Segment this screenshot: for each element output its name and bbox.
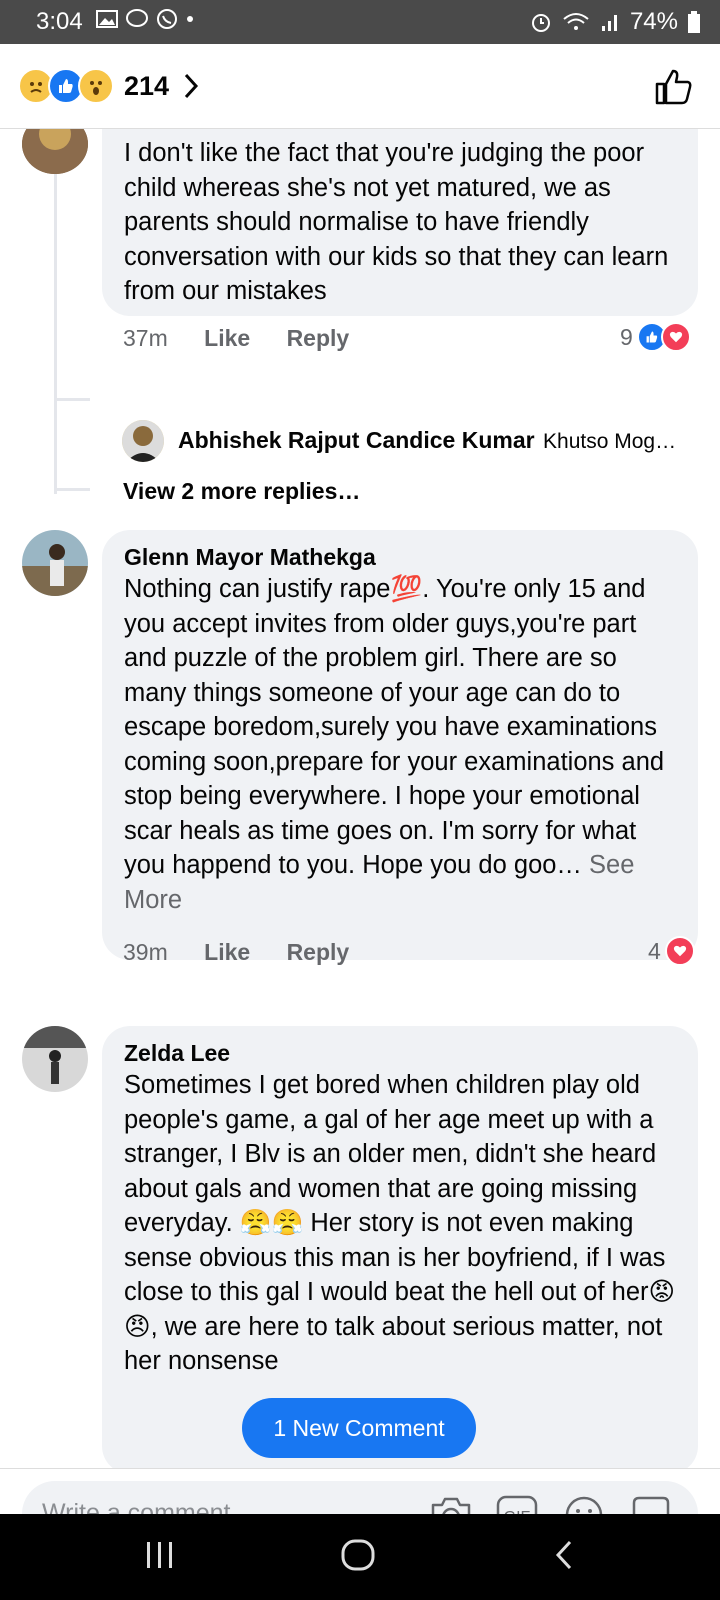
reactions-summary[interactable]: 214: [18, 68, 199, 104]
comment-body: Nothing can justify rape💯. You're only 1…: [124, 575, 665, 879]
whatsapp-icon: [157, 9, 177, 29]
reaction-total: 9: [620, 323, 633, 350]
comment-author[interactable]: Zelda Lee: [124, 1040, 230, 1067]
gallery-icon: [96, 10, 118, 28]
love-mini-icon: [660, 322, 691, 352]
reactions-header: 214: [0, 44, 720, 129]
love-mini-icon: [664, 936, 695, 966]
reaction-total: 4: [648, 937, 661, 964]
comment-reactions[interactable]: 9: [620, 322, 691, 352]
reply-button[interactable]: Reply: [287, 939, 350, 965]
status-notification-icons: [96, 8, 194, 30]
new-comment-button[interactable]: 1 New Comment: [242, 1398, 476, 1458]
wifi-icon: [563, 13, 589, 30]
thread-line: [54, 174, 57, 494]
status-time: 3:04: [36, 8, 83, 35]
comment-reactions[interactable]: 4: [648, 936, 695, 966]
comment-actions: 39m Like Reply: [123, 939, 349, 966]
battery-icon: [688, 11, 700, 33]
reply-button[interactable]: Reply: [287, 325, 350, 351]
like-post-icon[interactable]: [654, 68, 694, 106]
chevron-right-icon: [184, 73, 199, 99]
home-icon[interactable]: [340, 1538, 376, 1572]
comments-list: I don't like the fact that you're judgin…: [0, 128, 720, 1468]
comment-text: Sometimes I get bored when children play…: [124, 1071, 676, 1375]
system-nav-bar: [0, 1514, 720, 1600]
avatar[interactable]: [22, 1026, 88, 1092]
comment-author[interactable]: Glenn Mayor Mathekga: [124, 544, 376, 571]
wow-reaction-icon: [78, 68, 114, 104]
camera-icon[interactable]: [430, 1495, 472, 1514]
like-button[interactable]: Like: [204, 325, 250, 351]
comment-text: I don't like the fact that you're judgin…: [124, 139, 669, 305]
comment-time: 37m: [123, 325, 168, 351]
thread-line: [54, 488, 90, 491]
comment-bubble[interactable]: Glenn Mayor Mathekga Nothing can justify…: [102, 530, 698, 960]
back-icon[interactable]: [552, 1538, 576, 1572]
recent-apps-icon[interactable]: [144, 1538, 176, 1572]
comment-placeholder: Write a comment...: [42, 1499, 252, 1514]
thread-line: [54, 398, 90, 401]
comment-bubble[interactable]: I don't like the fact that you're judgin…: [102, 128, 698, 316]
sticker-icon[interactable]: [630, 1495, 672, 1514]
comment-input[interactable]: Write a comment... GIF: [22, 1481, 698, 1514]
comment-time: 39m: [123, 939, 168, 965]
battery-percent: 74%: [629, 8, 678, 35]
comment-text: Nothing can justify rape💯. You're only 1…: [124, 572, 684, 917]
avatar[interactable]: [22, 530, 88, 596]
gif-icon[interactable]: GIF: [496, 1495, 538, 1514]
view-more-replies[interactable]: View 2 more replies…: [123, 478, 360, 505]
reply-snippet: Khutso Mog…: [543, 430, 677, 453]
reply-author: Abhishek Rajput Candice Kumar: [178, 427, 535, 453]
comments-sheet: 214 I don't like the fact that you're ju…: [0, 44, 720, 1514]
reply-preview[interactable]: Abhishek Rajput Candice Kumar Khutso Mog…: [178, 427, 698, 454]
avatar[interactable]: [122, 420, 164, 462]
reaction-count: 214: [124, 70, 170, 101]
emoji-icon[interactable]: [564, 1495, 604, 1514]
signal-icon: [601, 15, 617, 31]
alarm-icon: [531, 14, 550, 32]
like-button[interactable]: Like: [204, 939, 250, 965]
status-right: 74%: [530, 8, 700, 36]
svg-text:GIF: GIF: [504, 1509, 531, 1514]
comment-composer: Write a comment... GIF: [0, 1468, 720, 1514]
comment-actions: 37m Like Reply: [123, 325, 349, 352]
messenger-icon: [126, 9, 148, 27]
dot-icon: [187, 16, 193, 22]
status-bar: 3:04 74%: [0, 0, 720, 44]
avatar[interactable]: [22, 128, 88, 174]
